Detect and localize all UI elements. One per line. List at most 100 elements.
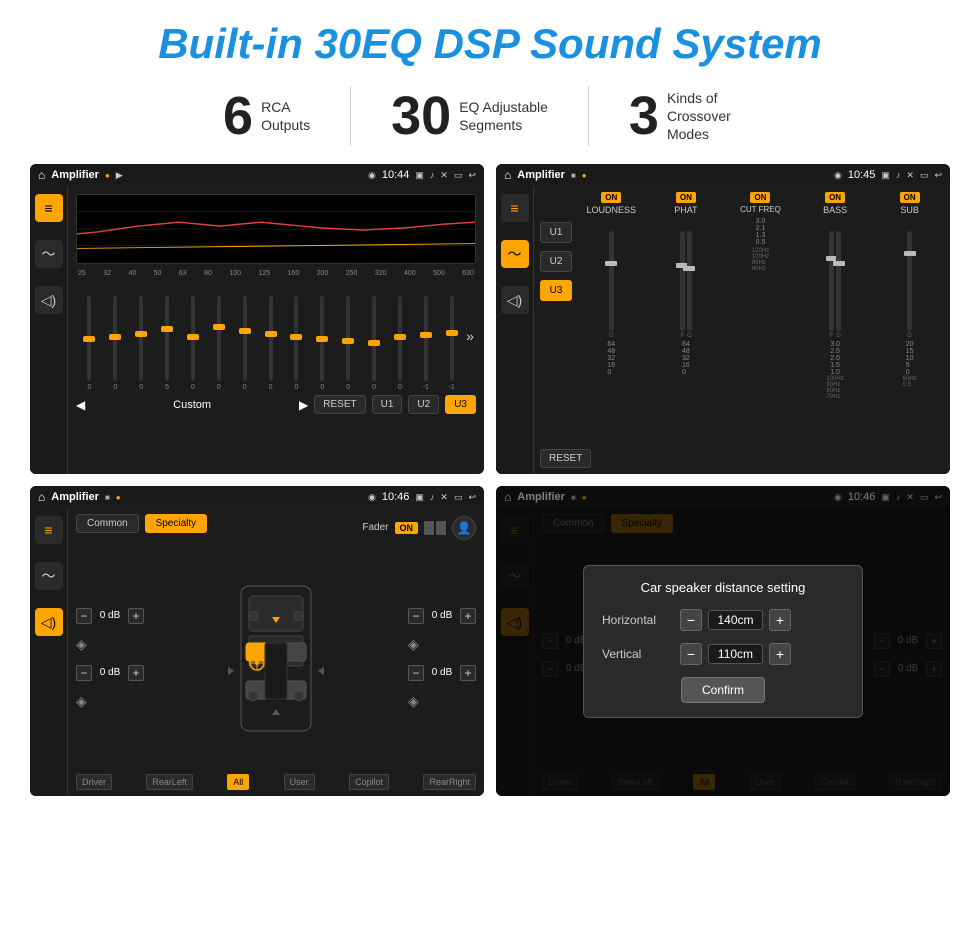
dsp-sub-on[interactable]: ON bbox=[900, 192, 920, 203]
dsp-bass-f1[interactable]: F bbox=[829, 231, 834, 339]
eq-u2-btn[interactable]: U2 bbox=[408, 395, 439, 414]
dsp-phat-on[interactable]: ON bbox=[676, 192, 696, 203]
speaker-icon-row-4: ◈ bbox=[408, 693, 476, 710]
db-minus-4[interactable]: − bbox=[408, 665, 424, 681]
fader-home-icon[interactable]: ⌂ bbox=[38, 490, 45, 504]
db-plus-3[interactable]: + bbox=[460, 608, 476, 624]
dsp-vol-icon: ♪ bbox=[896, 170, 901, 180]
dsp-sub-faders: G bbox=[907, 219, 912, 339]
dsp-u1-btn[interactable]: U1 bbox=[540, 222, 572, 243]
btn-copilot[interactable]: Copilot bbox=[349, 774, 389, 790]
fader-tab-common[interactable]: Common bbox=[76, 514, 139, 533]
dsp-bass-on[interactable]: ON bbox=[825, 192, 845, 203]
eq-bottom-bar: ◀ Custom ▶ RESET U1 U2 U3 bbox=[76, 395, 476, 414]
dsp-wave-icon[interactable]: 〜 bbox=[501, 240, 529, 268]
dsp-close-icon[interactable]: ✕ bbox=[906, 170, 914, 181]
horizontal-value: 140cm bbox=[708, 610, 763, 630]
fader-tab-specialty[interactable]: Specialty bbox=[145, 514, 208, 533]
slider-12[interactable]: 0 bbox=[363, 296, 386, 391]
dsp-loudness-on[interactable]: ON bbox=[601, 192, 621, 203]
eq-close-icon[interactable]: ✕ bbox=[440, 170, 448, 181]
horizontal-minus-btn[interactable]: − bbox=[680, 609, 702, 631]
dsp-top-row: U1 U2 U3 ON LOUDNESS bbox=[540, 192, 944, 441]
fader-wave-icon[interactable]: 〜 bbox=[35, 562, 63, 590]
vertical-plus-btn[interactable]: + bbox=[769, 643, 791, 665]
slider-5[interactable]: 0 bbox=[182, 296, 205, 391]
fader-eq-icon[interactable]: ≡ bbox=[35, 516, 63, 544]
eq-prev-btn[interactable]: ◀ bbox=[76, 398, 85, 412]
slider-9[interactable]: 0 bbox=[285, 296, 308, 391]
dsp-reset-btn[interactable]: RESET bbox=[540, 449, 591, 468]
slider-15[interactable]: -1 bbox=[440, 296, 463, 391]
btn-user[interactable]: User bbox=[284, 774, 315, 790]
eq-body: ≡ 〜 ◁) bbox=[30, 186, 484, 474]
db-minus-3[interactable]: − bbox=[408, 608, 424, 624]
db-plus-2[interactable]: + bbox=[128, 665, 144, 681]
dsp-sub-f1[interactable]: G bbox=[907, 231, 912, 339]
eq-u1-btn[interactable]: U1 bbox=[372, 395, 403, 414]
db-plus-1[interactable]: + bbox=[128, 608, 144, 624]
fader-location-icon: ◉ bbox=[368, 492, 376, 503]
dsp-speaker-icon[interactable]: ◁) bbox=[501, 286, 529, 314]
dsp-phat-f1[interactable]: F bbox=[680, 231, 685, 339]
btn-rearleft[interactable]: RearLeft bbox=[146, 774, 193, 790]
stat-eq-number: 30 bbox=[391, 89, 451, 143]
db-control-2: − 0 dB + bbox=[76, 665, 144, 681]
eq-preset-label: Custom bbox=[91, 399, 293, 411]
eq-next-btn[interactable]: ▶ bbox=[299, 398, 308, 412]
wave-icon[interactable]: 〜 bbox=[35, 240, 63, 268]
dialog-vertical-row: Vertical − 110cm + bbox=[602, 643, 844, 665]
btn-all[interactable]: All bbox=[227, 774, 249, 790]
fader-back-icon[interactable]: ↩ bbox=[468, 492, 476, 503]
slider-4[interactable]: 5 bbox=[156, 296, 179, 391]
eq-icon[interactable]: ≡ bbox=[35, 194, 63, 222]
stat-crossover-number: 3 bbox=[629, 89, 659, 143]
slider-6[interactable]: 0 bbox=[207, 296, 230, 391]
fader-avatar-btn[interactable]: 👤 bbox=[452, 516, 476, 540]
dsp-sidebar: ≡ 〜 ◁) bbox=[496, 186, 534, 474]
dsp-home-icon[interactable]: ⌂ bbox=[504, 168, 511, 182]
dsp-sub-vals: 20151050 bbox=[906, 341, 914, 376]
dsp-loudness-f1[interactable]: G bbox=[609, 231, 614, 339]
db-minus-1[interactable]: − bbox=[76, 608, 92, 624]
dsp-bass-vals: 3.02.52.01.51.0 bbox=[830, 341, 840, 376]
dsp-bass-f2[interactable]: G bbox=[836, 231, 841, 339]
eq-u3-btn[interactable]: U3 bbox=[445, 395, 476, 414]
vertical-value: 110cm bbox=[708, 644, 763, 664]
slider-11[interactable]: 0 bbox=[337, 296, 360, 391]
eq-back-icon[interactable]: ↩ bbox=[468, 170, 476, 181]
horizontal-plus-btn[interactable]: + bbox=[769, 609, 791, 631]
db-val-2: 0 dB bbox=[96, 667, 124, 678]
fader-on-badge[interactable]: ON bbox=[395, 522, 419, 534]
slider-14[interactable]: -1 bbox=[414, 296, 437, 391]
eq-more-icon[interactable]: » bbox=[466, 328, 474, 344]
fader-speaker-icon[interactable]: ◁) bbox=[35, 608, 63, 636]
btn-driver[interactable]: Driver bbox=[76, 774, 112, 790]
dsp-phat-f2[interactable]: G bbox=[687, 231, 692, 339]
dsp-back-icon[interactable]: ↩ bbox=[934, 170, 942, 181]
dsp-eq-icon[interactable]: ≡ bbox=[501, 194, 529, 222]
fader-main: Common Specialty Fader ON 👤 bbox=[68, 508, 484, 796]
slider-13[interactable]: 0 bbox=[389, 296, 412, 391]
slider-2[interactable]: 0 bbox=[104, 296, 127, 391]
confirm-button[interactable]: Confirm bbox=[681, 677, 765, 703]
dsp-u3-btn[interactable]: U3 bbox=[540, 280, 572, 301]
slider-3[interactable]: 0 bbox=[130, 296, 153, 391]
speaker-icon[interactable]: ◁) bbox=[35, 286, 63, 314]
dsp-cutfreq-hz: 120Hz100Hz80Hz60Hz bbox=[752, 248, 769, 272]
vertical-minus-btn[interactable]: − bbox=[680, 643, 702, 665]
fader-close-icon[interactable]: ✕ bbox=[440, 492, 448, 503]
vertical-control: − 110cm + bbox=[680, 643, 844, 665]
slider-10[interactable]: 0 bbox=[311, 296, 334, 391]
slider-7[interactable]: 0 bbox=[233, 296, 256, 391]
stat-rca: 6 RCA Outputs bbox=[183, 89, 350, 143]
dsp-cutfreq-on[interactable]: ON bbox=[750, 192, 770, 203]
db-minus-2[interactable]: − bbox=[76, 665, 92, 681]
home-icon[interactable]: ⌂ bbox=[38, 168, 45, 182]
btn-rearright[interactable]: RearRight bbox=[423, 774, 476, 790]
slider-8[interactable]: 0 bbox=[259, 296, 282, 391]
db-plus-4[interactable]: + bbox=[460, 665, 476, 681]
slider-1[interactable]: 0 bbox=[78, 296, 101, 391]
dsp-u2-btn[interactable]: U2 bbox=[540, 251, 572, 272]
eq-reset-btn[interactable]: RESET bbox=[314, 395, 365, 414]
